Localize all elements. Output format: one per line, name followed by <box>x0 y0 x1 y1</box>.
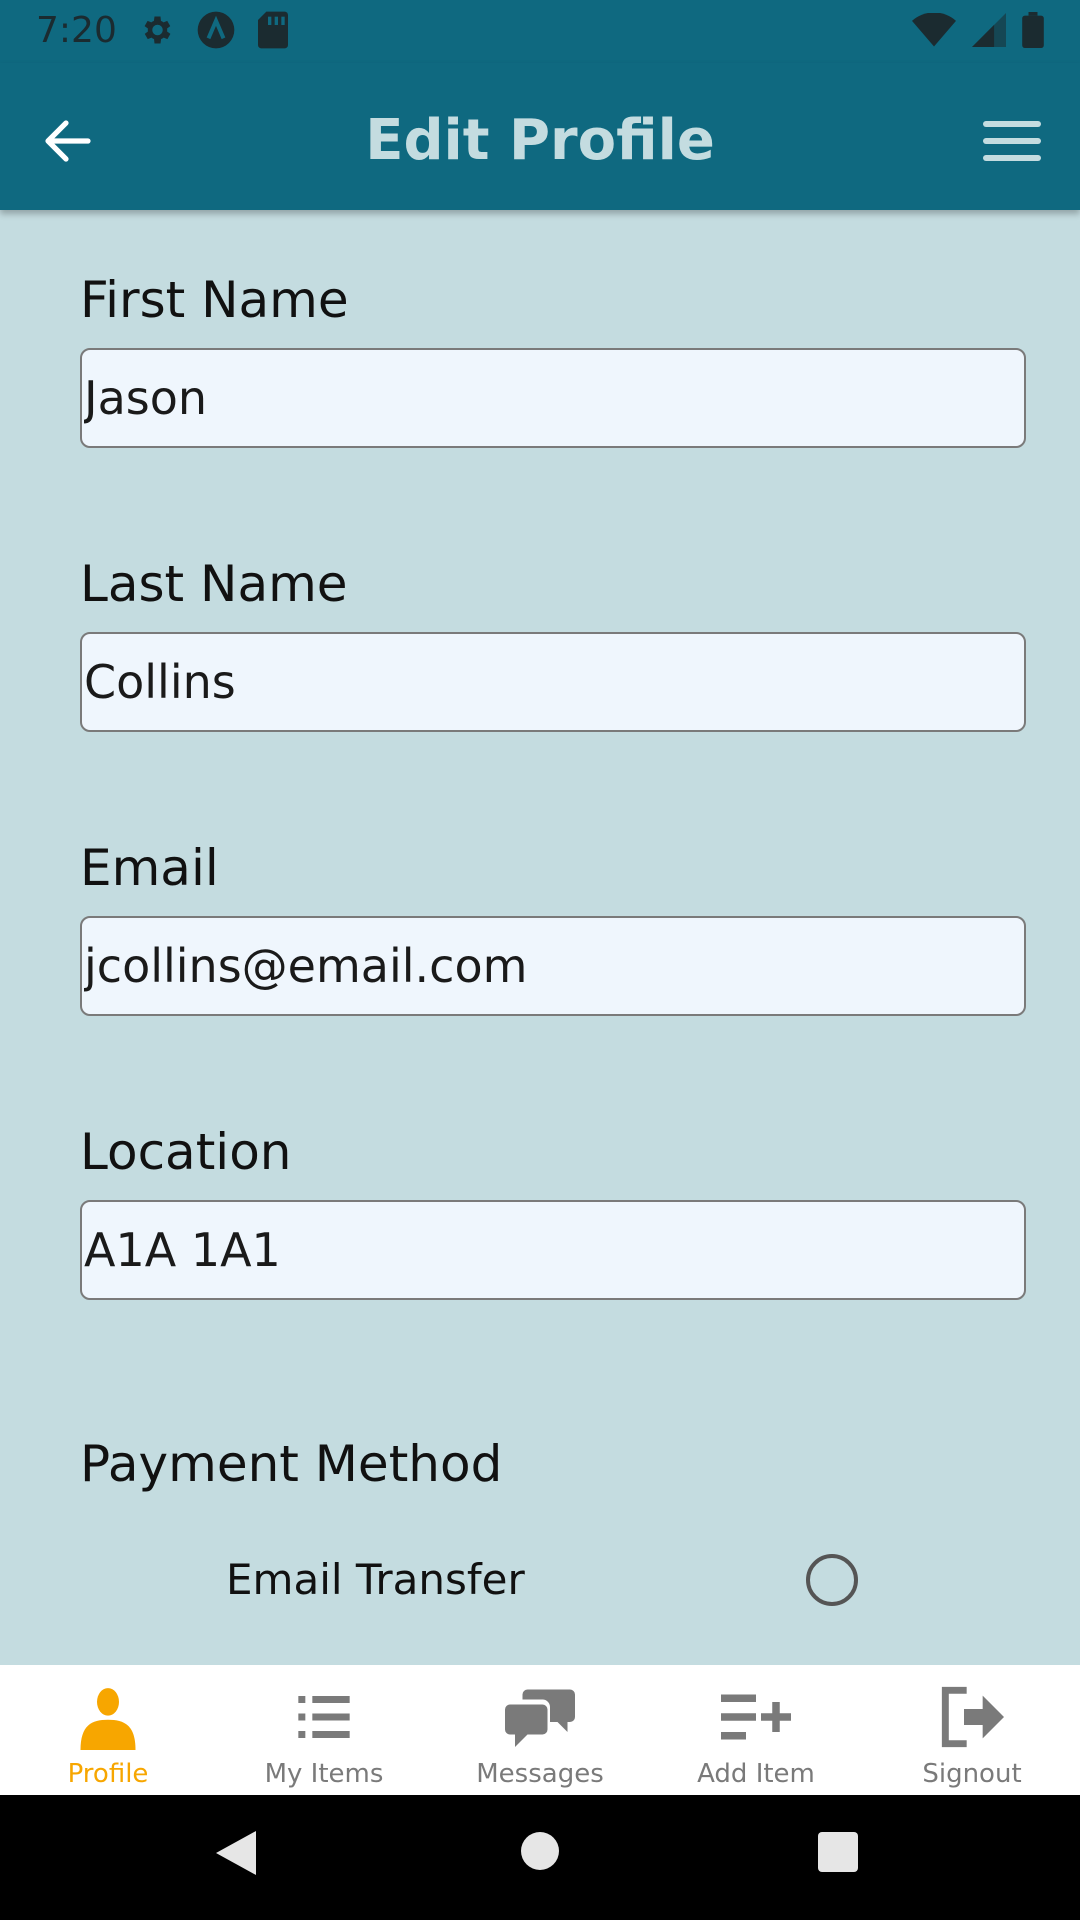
nav-profile[interactable]: Profile <box>0 1665 216 1795</box>
email-transfer-radio[interactable] <box>806 1554 858 1606</box>
email-input[interactable] <box>80 916 1026 1016</box>
system-nav-bar <box>0 1795 1080 1920</box>
chat-icon <box>505 1689 575 1747</box>
sd-card-icon <box>258 11 288 49</box>
system-recents-button[interactable] <box>818 1832 858 1872</box>
nav-signout[interactable]: Signout <box>864 1665 1080 1795</box>
person-icon <box>80 1688 136 1750</box>
email-label: Email <box>80 839 219 897</box>
nav-my-items[interactable]: My Items <box>216 1665 432 1795</box>
email-transfer-label: Email Transfer <box>226 1555 525 1604</box>
hamburger-icon <box>983 121 1041 161</box>
nav-signout-label: Signout <box>922 1759 1022 1789</box>
status-right-icons <box>912 12 1044 48</box>
nav-messages-label: Messages <box>476 1759 604 1789</box>
signout-icon <box>941 1686 1004 1748</box>
system-home-button[interactable] <box>521 1832 559 1870</box>
first-name-input[interactable] <box>80 348 1026 448</box>
page-title: Edit Profile <box>365 108 715 173</box>
nav-add-item[interactable]: Add Item <box>648 1665 864 1795</box>
nav-add-item-label: Add Item <box>697 1759 815 1789</box>
status-left-icons <box>138 10 288 50</box>
status-bar: 7:20 <box>0 0 1080 63</box>
nav-messages[interactable]: Messages <box>432 1665 648 1795</box>
list-icon <box>298 1696 350 1738</box>
first-name-label: First Name <box>80 271 349 329</box>
last-name-input[interactable] <box>80 632 1026 732</box>
payment-method-title: Payment Method <box>80 1435 503 1493</box>
signal-icon <box>972 13 1006 47</box>
last-name-label: Last Name <box>80 555 348 613</box>
nav-my-items-label: My Items <box>264 1759 384 1789</box>
a-letter-icon <box>197 11 235 49</box>
battery-icon <box>1022 12 1044 48</box>
gear-icon <box>144 16 171 44</box>
app-bar: Edit Profile <box>0 63 1080 210</box>
add-list-icon <box>721 1694 791 1740</box>
menu-button[interactable] <box>974 103 1050 179</box>
system-back-icon[interactable] <box>216 1831 256 1875</box>
bottom-nav: Profile My Items Messages Add Item Signo… <box>0 1665 1080 1795</box>
status-time: 7:20 <box>36 10 117 51</box>
nav-profile-label: Profile <box>67 1759 149 1789</box>
wifi-icon <box>912 13 956 47</box>
edit-profile-form: First Name Last Name Email Location Paym… <box>0 210 1080 1665</box>
location-input[interactable] <box>80 1200 1026 1300</box>
location-label: Location <box>80 1123 292 1181</box>
